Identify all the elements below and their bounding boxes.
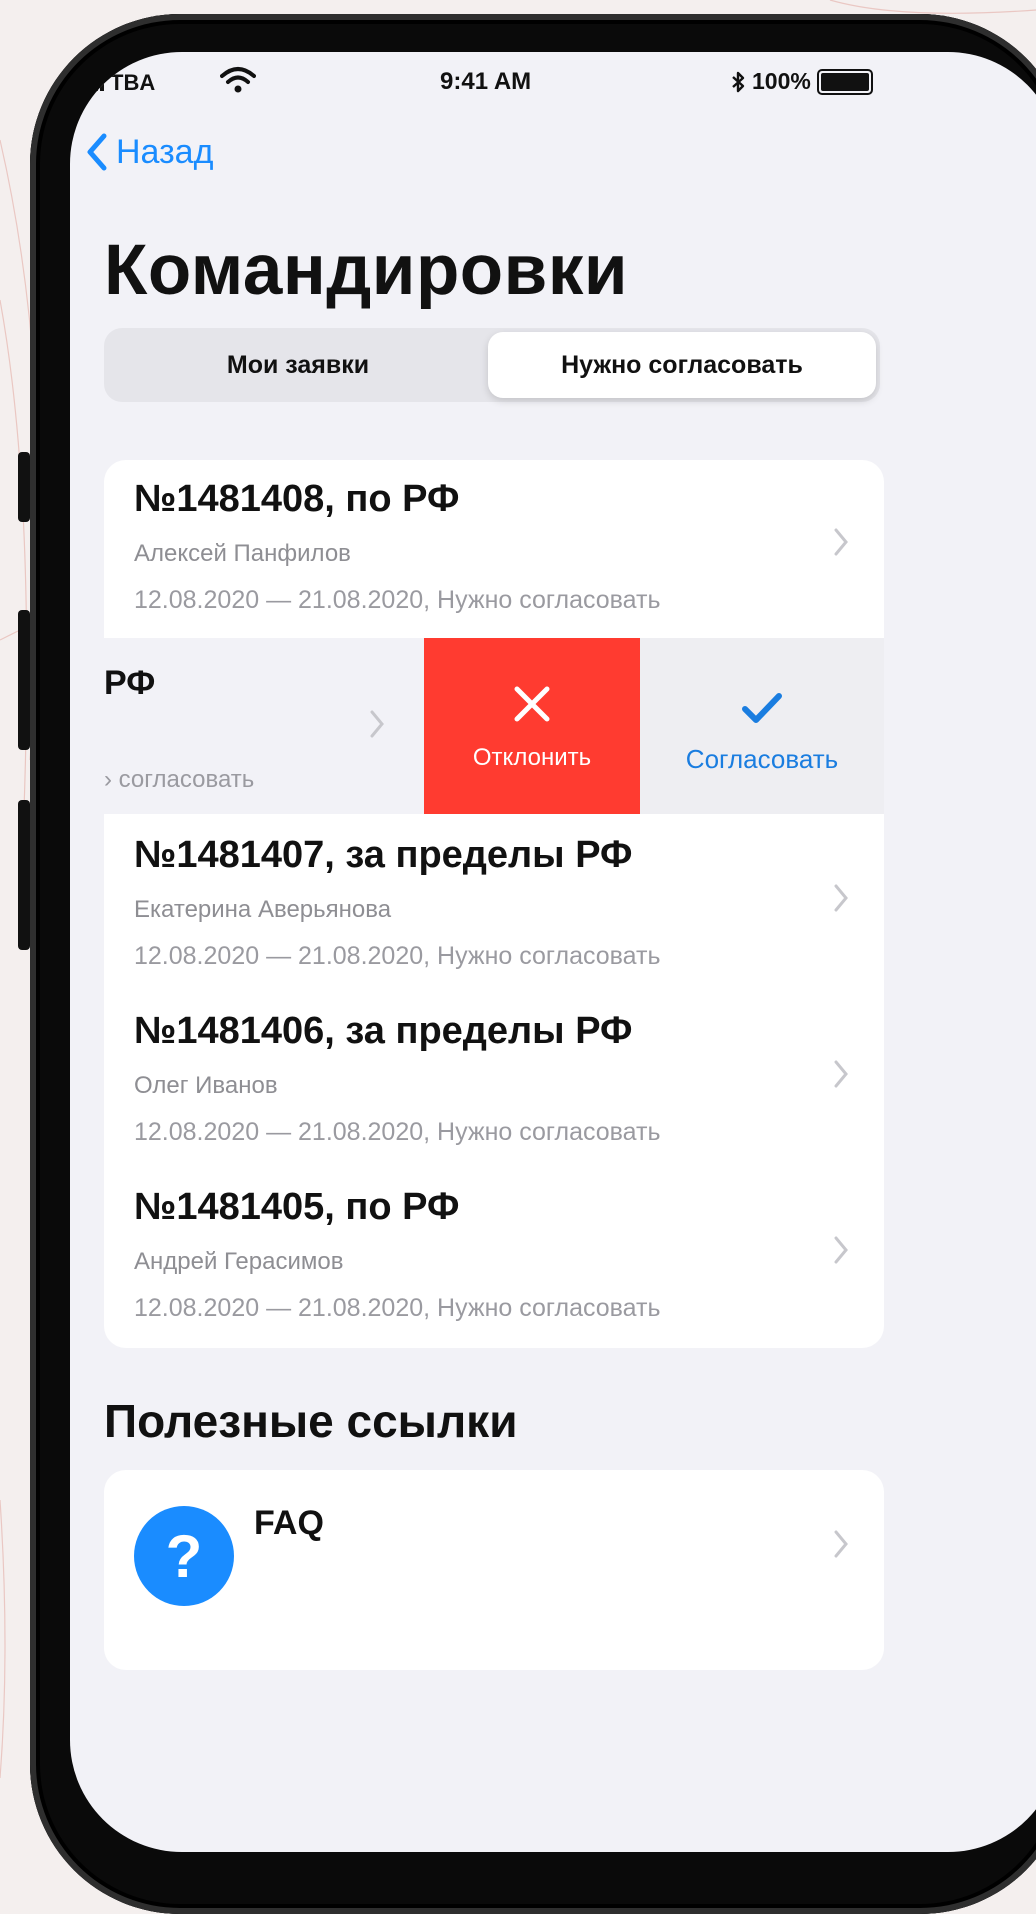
faq-link[interactable]: ? FAQ [104,1470,884,1670]
request-person: Андрей Герасимов [134,1248,344,1275]
request-person: Алексей Панфилов [134,540,351,567]
volume-down-button [18,800,30,950]
request-dates: 12.08.2020 — 21.08.2020, Нужно согласова… [134,1294,661,1322]
section-title: Полезные ссылки [104,1395,518,1447]
page-title: Командировки [104,231,629,310]
battery-icon [816,68,873,95]
chevron-right-icon [370,710,384,738]
app-screen: TBA 9:41 AM 100% Назад Командировки Мои … [70,52,1036,1852]
back-label: Назад [116,132,214,171]
list-item[interactable]: №1481407, за пределы РФ Екатерина Аверья… [104,816,884,992]
question-icon: ? [134,1506,234,1606]
signal-icon [82,75,104,91]
requests-list: №1481408, по РФ Алексей Панфилов 12.08.2… [104,460,884,1348]
mute-switch [18,452,30,522]
faq-label: FAQ [254,1504,324,1542]
carrier-label: TBA [110,70,156,95]
close-icon [514,686,550,722]
request-number: №1481406, за пределы РФ [134,1010,633,1052]
request-dates: 12.08.2020 — 21.08.2020, Нужно согласова… [134,586,661,614]
chevron-right-icon [834,1060,848,1088]
segmented-control: Мои заявки Нужно согласовать [104,328,880,402]
list-item[interactable]: №1481406, за пределы РФ Олег Иванов 12.0… [104,992,884,1168]
reject-button[interactable]: Отклонить [424,638,640,814]
request-person: Олег Иванов [134,1072,278,1099]
reject-label: Отклонить [472,744,592,771]
request-dates: 12.08.2020 — 21.08.2020, Нужно согласова… [134,942,661,970]
request-number: РФ [104,664,156,702]
request-dates: › согласовать [104,766,255,793]
tab-to-approve[interactable]: Нужно согласовать [488,332,876,398]
bluetooth-icon [732,71,745,92]
swiped-list-item[interactable]: РФ › согласовать Отклонить Согласовать [104,638,884,814]
request-person: Екатерина Аверьянова [134,896,392,923]
chevron-right-icon [834,884,848,912]
request-dates: 12.08.2020 — 21.08.2020, Нужно согласова… [134,1118,661,1146]
wifi-icon [220,67,256,93]
battery-percent: 100% [752,68,811,94]
approve-button[interactable]: Согласовать [640,638,884,814]
approve-label: Согласовать [685,744,839,774]
request-number: №1481407, за пределы РФ [134,834,633,876]
request-number: №1481405, по РФ [134,1186,460,1228]
chevron-left-icon [87,133,107,171]
status-bar: TBA 9:41 AM 100% [70,52,1036,112]
back-button[interactable]: Назад [84,132,213,172]
list-item[interactable]: №1481405, по РФ Андрей Герасимов 12.08.2… [104,1168,884,1344]
chevron-right-icon [834,528,848,556]
list-item[interactable]: №1481408, по РФ Алексей Панфилов 12.08.2… [104,460,884,636]
chevron-right-icon [834,1530,848,1558]
status-time: 9:41 AM [440,68,532,95]
carrier: TBA [82,70,155,96]
checkmark-icon [742,693,782,723]
request-number: №1481408, по РФ [134,478,460,520]
tab-my-requests[interactable]: Мои заявки [108,332,488,398]
volume-up-button [18,610,30,750]
battery-status: 100% [730,68,873,95]
chevron-right-icon [834,1236,848,1264]
